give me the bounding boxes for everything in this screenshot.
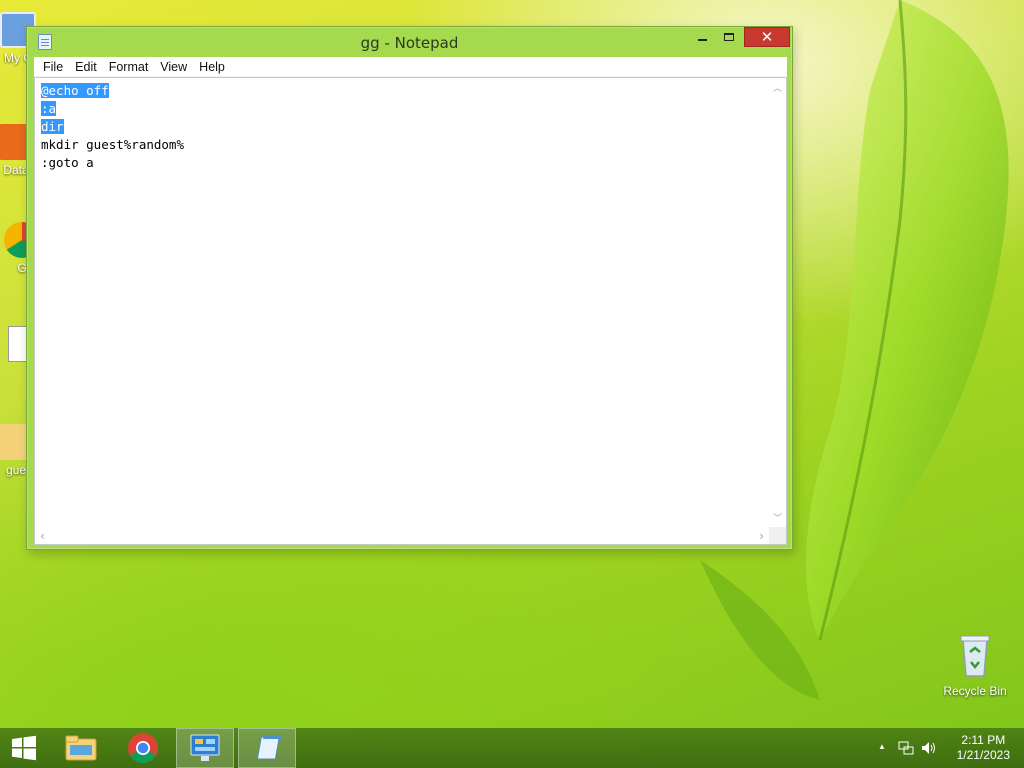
scroll-left-icon[interactable]: ‹ <box>40 529 45 543</box>
text-area[interactable]: @echo off :a dir mkdir guest%random% :go… <box>35 78 769 527</box>
close-icon: ✕ <box>760 27 774 46</box>
volume-icon[interactable] <box>920 740 938 756</box>
window-title: gg - Notepad <box>360 34 459 52</box>
clock[interactable]: 2:11 PM 1/21/2023 <box>957 733 1010 763</box>
recycle-bin-icon <box>960 635 990 677</box>
chrome-icon <box>128 733 158 764</box>
menu-help[interactable]: Help <box>193 60 231 74</box>
menu-edit[interactable]: Edit <box>69 60 103 74</box>
control-panel-icon <box>190 734 220 761</box>
text-editor[interactable]: @echo off :a dir mkdir guest%random% :go… <box>34 77 787 545</box>
network-icon[interactable] <box>898 740 914 756</box>
text-line[interactable]: :a <box>41 100 769 118</box>
notepad-window[interactable]: gg - Notepad ✕ File Edit Format View Hel… <box>26 26 793 550</box>
system-tray: ▲ 2:11 PM 1/21/2023 <box>864 728 1024 768</box>
menu-view[interactable]: View <box>154 60 193 74</box>
scrollbar-corner <box>769 527 786 544</box>
desktop-icon-label: Recycle Bin <box>943 684 1007 698</box>
scroll-up-icon[interactable]: ︿ <box>773 81 782 94</box>
menu-bar: File Edit Format View Help <box>34 57 787 77</box>
taskbar-chrome[interactable] <box>114 728 172 768</box>
text-line[interactable]: @echo off <box>41 82 769 100</box>
scroll-down-icon[interactable]: ﹀ <box>773 511 782 524</box>
show-hidden-icons-button[interactable]: ▲ <box>878 742 886 751</box>
close-button[interactable]: ✕ <box>744 27 790 47</box>
taskbar-file-explorer[interactable] <box>52 728 110 768</box>
clock-date: 1/21/2023 <box>956 748 1010 762</box>
line-text: :a <box>41 101 57 116</box>
line-text: @echo off <box>41 83 109 98</box>
windows-logo-icon <box>12 735 36 761</box>
taskbar: ▲ 2:11 PM 1/21/2023 <box>0 728 1024 768</box>
line-text: :goto a <box>41 155 94 170</box>
taskbar-control-panel[interactable] <box>176 728 234 768</box>
folder-icon <box>65 735 97 761</box>
vertical-scrollbar[interactable]: ︿ ﹀ <box>769 78 786 527</box>
text-line[interactable]: :goto a <box>41 154 769 172</box>
text-line[interactable]: mkdir guest%random% <box>41 136 769 154</box>
desktop-icon-recycle-bin[interactable]: Recycle Bin <box>935 632 1015 698</box>
minimize-button[interactable] <box>689 27 715 47</box>
clock-time: 2:11 PM <box>961 733 1006 747</box>
title-bar[interactable]: gg - Notepad ✕ <box>27 27 792 57</box>
maximize-icon <box>724 33 734 41</box>
notepad-icon <box>256 736 282 760</box>
horizontal-scrollbar[interactable]: ‹ › <box>35 527 769 544</box>
line-text: dir <box>41 119 64 134</box>
taskbar-notepad[interactable] <box>238 728 296 768</box>
text-line[interactable]: dir <box>41 118 769 136</box>
start-button[interactable] <box>0 728 48 768</box>
scroll-right-icon[interactable]: › <box>759 529 764 543</box>
menu-file[interactable]: File <box>37 60 69 74</box>
minimize-icon <box>697 39 707 41</box>
maximize-button[interactable] <box>716 27 742 47</box>
line-text: mkdir guest%random% <box>41 137 184 152</box>
menu-format[interactable]: Format <box>103 60 155 74</box>
